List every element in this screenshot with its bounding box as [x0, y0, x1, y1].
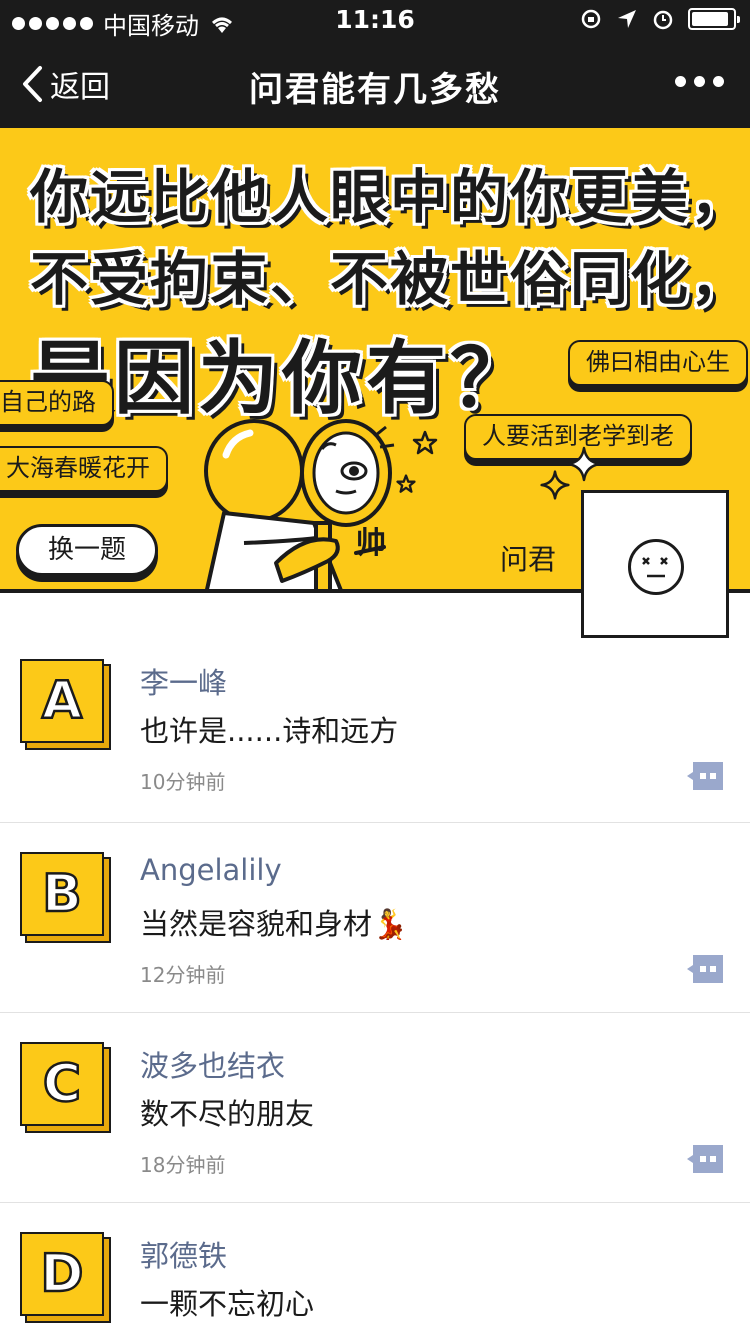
answer-item[interactable]: C 波多也结衣 数不尽的朋友 18分钟前 — [0, 1013, 750, 1203]
comment-icon[interactable] — [685, 1143, 725, 1175]
answer-author-name[interactable]: 郭德铁 — [140, 1233, 227, 1275]
answer-time: 12分钟前 — [140, 963, 226, 987]
tag-chip[interactable]: 佛曰相由心生 — [568, 340, 748, 386]
option-letter-a-icon: A — [20, 659, 112, 753]
page-title: 问君能有几多愁 — [249, 70, 501, 110]
answer-text: 当然是容貌和身材💃 — [140, 907, 409, 941]
author-label: 问君 — [500, 543, 557, 576]
nav-bar: 返回 问君能有几多愁 — [0, 40, 750, 128]
location-arrow-icon — [618, 10, 636, 28]
more-options-button[interactable] — [675, 76, 724, 87]
rotation-lock-icon — [581, 9, 601, 29]
more-dot-icon — [694, 76, 705, 87]
headline-line-2: 不受拘束、不被世俗同化， — [30, 245, 750, 313]
answer-text: 也许是......诗和远方 — [140, 714, 399, 748]
answer-text: 一颗不忘初心 — [140, 1287, 315, 1321]
answer-time: 10分钟前 — [140, 770, 226, 794]
character-caption: 帅 — [356, 526, 386, 561]
answer-item[interactable]: B Angelalily 当然是容貌和身材💃 12分钟前 — [0, 823, 750, 1013]
comment-icon[interactable] — [685, 953, 725, 985]
change-question-button[interactable]: 换一题 — [16, 524, 158, 576]
battery-level — [692, 12, 728, 26]
answer-author-name[interactable]: 李一峰 — [140, 660, 227, 702]
option-letter: C — [42, 1053, 83, 1116]
option-letter-c-icon: C — [20, 1042, 112, 1136]
author-avatar[interactable] — [581, 490, 729, 638]
answer-item[interactable]: A 李一峰 也许是......诗和远方 10分钟前 — [0, 630, 750, 823]
tag-chip[interactable]: 大海春暖花开 — [0, 446, 168, 492]
alarm-clock-icon — [653, 10, 673, 30]
option-letter-d-icon: D — [20, 1232, 112, 1326]
sparkle-icon — [566, 446, 602, 482]
more-dot-icon — [713, 76, 724, 87]
answer-item[interactable]: D 郭德铁 一颗不忘初心 — [0, 1203, 750, 1334]
sparkle-icon — [540, 470, 570, 500]
answer-author-name[interactable]: Angelalily — [140, 853, 282, 887]
tag-chip[interactable]: 自己的路 — [0, 380, 114, 426]
cartoon-character-illustration — [204, 419, 395, 589]
answer-list: A 李一峰 也许是......诗和远方 10分钟前 B Angelalily 当… — [0, 630, 750, 1334]
option-letter-b-icon: B — [20, 852, 112, 946]
headline-line-1: 你远比他人眼中的你更美， — [30, 163, 750, 231]
status-bar: 中国移动 11:16 — [0, 0, 750, 40]
option-letter: D — [39, 1243, 85, 1306]
answer-text: 数不尽的朋友 — [140, 1097, 315, 1131]
answer-author-name[interactable]: 波多也结衣 — [140, 1043, 285, 1085]
answer-time: 18分钟前 — [140, 1153, 226, 1177]
option-letter: B — [41, 863, 83, 926]
option-letter: A — [41, 670, 84, 733]
status-right — [580, 8, 740, 30]
more-dot-icon — [675, 76, 686, 87]
battery-icon — [688, 8, 740, 30]
comment-icon[interactable] — [685, 760, 725, 792]
dizzy-face-icon — [628, 539, 684, 595]
